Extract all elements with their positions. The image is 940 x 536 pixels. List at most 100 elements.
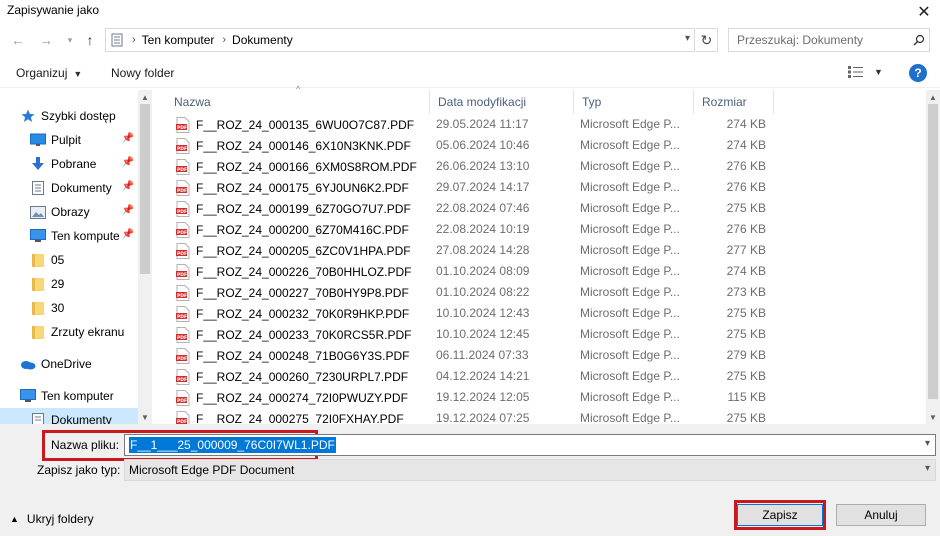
scroll-down-icon[interactable]: ▼: [138, 410, 152, 424]
sidebar-item-downloads[interactable]: Pobrane 📌: [30, 152, 140, 176]
save-button[interactable]: Zapisz: [737, 504, 823, 526]
file-row[interactable]: PDF F__ROZ_24_000248_71B0G6Y3S.PDF 06.11.2…: [166, 345, 926, 366]
filetype-select[interactable]: Microsoft Edge PDF Document ▾: [124, 459, 936, 481]
sidebar-item-this-pc-pinned[interactable]: Ten kompute 📌: [30, 224, 140, 248]
file-row[interactable]: PDF F__ROZ_24_000227_70B0HY9P8.PDF 01.10.2…: [166, 282, 926, 303]
sidebar-item-label: Ten komputer: [41, 389, 114, 403]
file-size: 275 KB: [726, 201, 766, 215]
file-date: 04.12.2024 14:21: [436, 369, 530, 383]
scroll-down-icon[interactable]: ▼: [926, 410, 940, 424]
pdf-file-icon: PDF: [176, 411, 190, 424]
close-icon[interactable]: ✕: [908, 0, 940, 24]
sidebar-item-onedrive[interactable]: OneDrive: [20, 352, 152, 376]
file-row[interactable]: PDF F__ROZ_24_000232_70K0R9HKP.PDF 10.10.2…: [166, 303, 926, 324]
file-type: Microsoft Edge P...: [580, 306, 680, 320]
search-input[interactable]: Przeszukaj: Dokumenty: [737, 33, 909, 47]
scroll-up-icon[interactable]: ▲: [926, 90, 940, 104]
file-name: F__ROZ_24_000135_6WU0O7C87.PDF: [196, 118, 415, 132]
column-header-size[interactable]: Rozmiar: [694, 90, 774, 114]
file-date: 01.10.2024 08:22: [436, 285, 530, 299]
sidebar-item-documents-selected[interactable]: Dokumenty: [0, 408, 138, 424]
navigation-scrollbar[interactable]: ▲ ▼: [138, 90, 152, 424]
navigation-bar: ← → ▾ ↑ › Ten komputer › Dokumenty ▾ ↻ P…: [0, 25, 940, 55]
pin-icon[interactable]: 📌: [122, 205, 134, 216]
filename-input[interactable]: F__1___25_000009_76C0I7WL1.PDF: [129, 437, 336, 453]
file-type: Microsoft Edge P...: [580, 369, 680, 383]
file-row[interactable]: PDF F__ROZ_24_000233_70K0RCS5R.PDF 10.10.2…: [166, 324, 926, 345]
chevron-down-icon[interactable]: ▾: [925, 463, 930, 474]
sidebar-item-desktop[interactable]: Pulpit 📌: [30, 128, 140, 152]
file-row[interactable]: PDF F__ROZ_24_000226_70B0HHLOZ.PDF 01.10.2…: [166, 261, 926, 282]
chevron-down-icon[interactable]: ▾: [60, 29, 80, 51]
file-row[interactable]: PDF F__ROZ_24_000260_7230URPL7.PDF 04.12.2…: [166, 366, 926, 387]
breadcrumb-this-pc[interactable]: Ten komputer: [142, 33, 215, 47]
file-date: 22.08.2024 10:19: [436, 222, 530, 236]
sidebar-item-folder-30[interactable]: 30: [30, 296, 140, 320]
sidebar-item-pictures[interactable]: Obrazy 📌: [30, 200, 140, 224]
pin-icon[interactable]: 📌: [122, 133, 134, 144]
column-header-date[interactable]: Data modyfikacji: [430, 90, 574, 114]
pdf-file-icon: PDF: [176, 327, 190, 343]
sidebar-item-folder-29[interactable]: 29: [30, 272, 140, 296]
sidebar-item-this-pc[interactable]: Ten komputer: [20, 384, 152, 408]
refresh-icon[interactable]: ↻: [696, 28, 718, 52]
file-size: 275 KB: [726, 411, 766, 424]
file-list-scrollbar[interactable]: ▲ ▼: [926, 90, 940, 424]
scroll-up-icon[interactable]: ▲: [138, 90, 152, 104]
address-dropdown-icon[interactable]: ▾: [685, 33, 690, 44]
svg-text:PDF: PDF: [177, 125, 187, 131]
filename-label: Nazwa pliku:: [51, 438, 120, 452]
sidebar-item-label: Dokumenty: [51, 413, 112, 424]
file-row[interactable]: PDF F__ROZ_24_000200_6Z70M416C.PDF 22.08.2…: [166, 219, 926, 240]
breadcrumb-documents[interactable]: Dokumenty: [232, 33, 293, 47]
search-icon[interactable]: [909, 34, 929, 46]
file-name-cell: PDF F__ROZ_24_000274_72I0PWUZY.PDF: [176, 390, 408, 406]
sidebar-item-label: Dokumenty: [51, 181, 112, 195]
pin-icon[interactable]: 📌: [122, 181, 134, 192]
file-name-cell: PDF F__ROZ_24_000146_6X10N3KNK.PDF: [176, 138, 411, 154]
file-row[interactable]: PDF F__ROZ_24_000205_6ZC0V1HPA.PDF 27.08.2…: [166, 240, 926, 261]
filetype-value: Microsoft Edge PDF Document: [129, 463, 295, 477]
file-row[interactable]: PDF F__ROZ_24_000135_6WU0O7C87.PDF 29.05.2…: [166, 114, 926, 135]
file-row[interactable]: PDF F__ROZ_24_000199_6Z70GO7U7.PDF 22.08.2…: [166, 198, 926, 219]
pictures-icon: [30, 204, 46, 220]
file-name: F__ROZ_24_000274_72I0PWUZY.PDF: [196, 391, 408, 405]
pin-icon[interactable]: 📌: [122, 157, 134, 168]
organize-button[interactable]: Organizuj ▼: [16, 66, 82, 80]
cancel-button[interactable]: Anuluj: [836, 504, 926, 526]
file-name: F__ROZ_24_000166_6XM0S8ROM.PDF: [196, 160, 417, 174]
sidebar-item-screenshots[interactable]: Zrzuty ekranu: [30, 320, 140, 344]
new-folder-button[interactable]: Nowy folder: [111, 66, 174, 80]
svg-text:PDF: PDF: [177, 314, 187, 320]
sidebar-item-folder-05[interactable]: 05: [30, 248, 140, 272]
chevron-down-icon[interactable]: ▾: [925, 438, 930, 449]
search-box[interactable]: Przeszukaj: Dokumenty: [728, 28, 930, 52]
arrow-right-icon[interactable]: →: [36, 29, 56, 51]
pin-icon[interactable]: 📌: [122, 229, 134, 240]
file-type: Microsoft Edge P...: [580, 180, 680, 194]
arrow-left-icon[interactable]: ←: [8, 29, 28, 51]
file-row[interactable]: PDF F__ROZ_24_000166_6XM0S8ROM.PDF 26.06.2…: [166, 156, 926, 177]
file-name: F__ROZ_24_000248_71B0G6Y3S.PDF: [196, 349, 410, 363]
views-button[interactable]: ▼: [848, 66, 883, 78]
sidebar-item-quick-access[interactable]: Szybki dostęp: [20, 104, 152, 128]
scrollbar-thumb[interactable]: [140, 104, 150, 274]
sidebar-item-documents[interactable]: Dokumenty 📌: [30, 176, 140, 200]
sidebar-item-label: 05: [51, 253, 65, 267]
file-row[interactable]: PDF F__ROZ_24_000275_72I0FXHAY.PDF 19.12.2…: [166, 408, 926, 424]
file-name: F__ROZ_24_000200_6Z70M416C.PDF: [196, 223, 409, 237]
file-row[interactable]: PDF F__ROZ_24_000175_6YJ0UN6K2.PDF 29.07.2…: [166, 177, 926, 198]
file-size: 279 KB: [726, 348, 766, 362]
filename-field[interactable]: F__1___25_000009_76C0I7WL1.PDF ▾: [124, 434, 936, 456]
help-button[interactable]: ?: [909, 64, 927, 82]
scrollbar-thumb[interactable]: [928, 104, 938, 399]
column-header-type[interactable]: Typ: [574, 90, 694, 114]
file-row[interactable]: PDF F__ROZ_24_000146_6X10N3KNK.PDF 05.06.2…: [166, 135, 926, 156]
address-bar[interactable]: › Ten komputer › Dokumenty ▾: [105, 28, 695, 52]
column-header-name[interactable]: Nazwa: [166, 90, 430, 114]
arrow-up-icon[interactable]: ↑: [80, 29, 100, 51]
star-icon: [20, 108, 36, 124]
file-size: 273 KB: [726, 285, 766, 299]
file-row[interactable]: PDF F__ROZ_24_000274_72I0PWUZY.PDF 19.12.2…: [166, 387, 926, 408]
hide-folders-button[interactable]: ▲ Ukryj foldery: [10, 512, 94, 526]
